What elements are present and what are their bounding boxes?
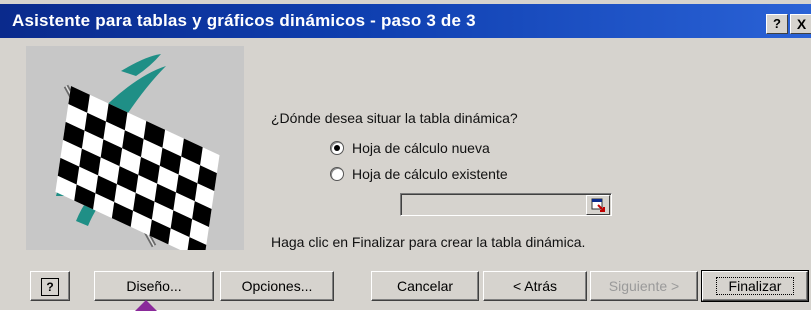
help-button[interactable]: ? (30, 271, 70, 301)
title-bar: Asistente para tablas y gráficos dinámic… (0, 4, 811, 38)
finish-button[interactable]: Finalizar (701, 270, 809, 302)
help-icon: ? (41, 278, 59, 296)
back-button[interactable]: < Atrás (483, 271, 587, 301)
design-button[interactable]: Diseño... (94, 271, 214, 301)
option-existing-worksheet[interactable]: Hoja de cálculo existente (330, 166, 508, 182)
collapse-dialog-icon (591, 198, 605, 212)
window-title: Asistente para tablas y gráficos dinámic… (12, 11, 476, 30)
option-new-worksheet[interactable]: Hoja de cálculo nueva (330, 140, 490, 156)
checkered-flag-image (26, 46, 244, 250)
location-question: ¿Dónde desea situar la tabla dinámica? (271, 110, 518, 126)
option-existing-worksheet-label: Hoja de cálculo existente (352, 166, 508, 182)
radio-new-worksheet[interactable] (330, 141, 344, 155)
radio-existing-worksheet[interactable] (330, 167, 344, 181)
help-title-button[interactable]: ? (766, 14, 788, 34)
pointer-arrow-icon (135, 300, 157, 311)
pivot-wizard-dialog: Asistente para tablas y gráficos dinámic… (0, 0, 811, 311)
range-select-button[interactable] (586, 195, 610, 215)
close-button[interactable]: X (790, 14, 811, 34)
range-input[interactable] (400, 193, 612, 216)
options-button[interactable]: Opciones... (220, 271, 334, 301)
checkered-flag-icon (55, 54, 220, 250)
finish-button-label: Finalizar (715, 277, 795, 295)
next-button[interactable]: Siguiente > (590, 271, 698, 301)
cancel-button[interactable]: Cancelar (371, 271, 479, 301)
option-new-worksheet-label: Hoja de cálculo nueva (352, 140, 490, 156)
finish-info-text: Haga clic en Finalizar para crear la tab… (271, 234, 586, 250)
